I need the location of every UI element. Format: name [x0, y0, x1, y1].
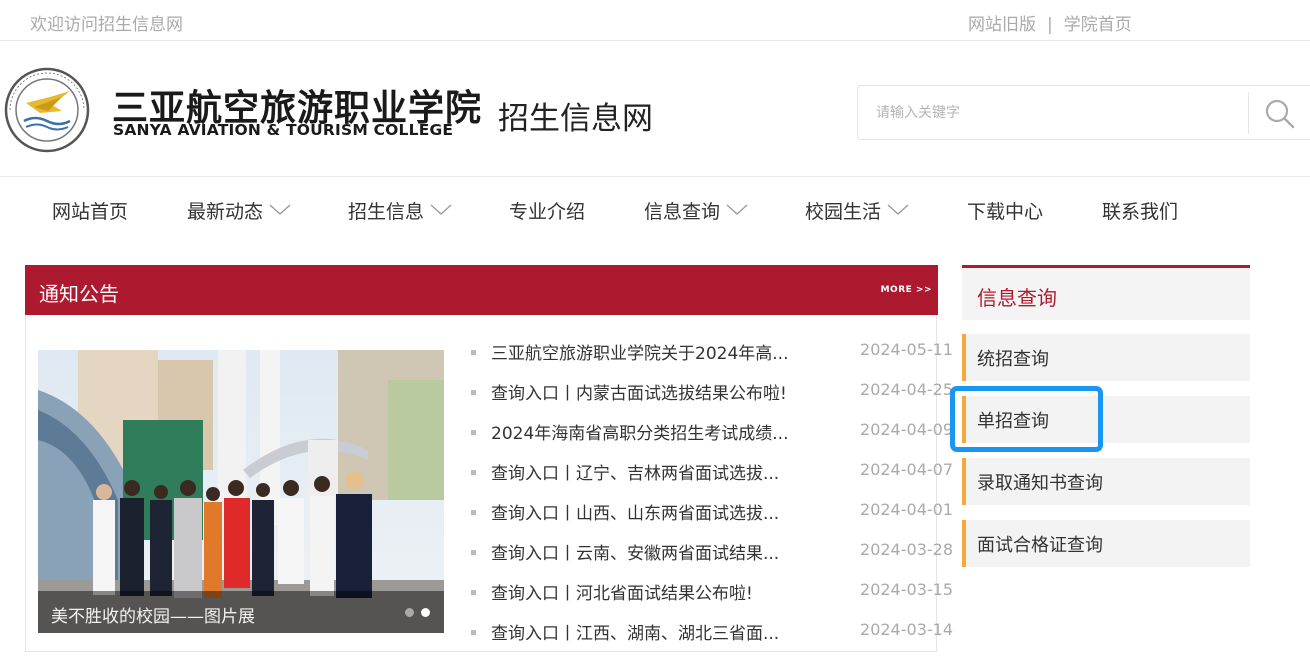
sidebar-item-label: 面试合格证查询 — [977, 535, 1103, 556]
photo-caption: 美不胜收的校园——图片展 — [51, 607, 255, 627]
welcome-text: 欢迎访问招生信息网 — [30, 15, 183, 35]
site-name: 招生信息网 — [498, 101, 653, 137]
list-item[interactable]: 查询入口丨辽宁、吉林两省面试选拔... 2024-04-07 — [471, 457, 953, 497]
list-item[interactable]: 查询入口丨内蒙古面试选拔结果公布啦! 2024-04-25 — [471, 377, 953, 417]
nav-label: 信息查询 — [644, 201, 721, 223]
nav-label: 网站首页 — [52, 201, 129, 223]
main-nav: 网站首页 最新动态 招生信息 专业介绍 信息查询 校园生活 下载中心 联系我们 — [0, 178, 1310, 240]
college-home-link[interactable]: 学院首页 — [1064, 15, 1132, 35]
slide-dot-1[interactable] — [405, 608, 414, 617]
notice-item-date: 2024-04-01 — [860, 500, 953, 519]
nav-label: 校园生活 — [805, 201, 882, 223]
bullet-icon — [471, 510, 476, 515]
search-box — [857, 85, 1310, 140]
notice-item-date: 2024-04-25 — [860, 380, 953, 399]
notice-item-title: 查询入口丨内蒙古面试选拔结果公布啦! — [491, 384, 787, 404]
top-links: 网站旧版 | 学院首页 — [968, 10, 1132, 35]
list-item[interactable]: 查询入口丨河北省面试结果公布啦! 2024-03-15 — [471, 577, 953, 617]
bullet-icon — [471, 590, 476, 595]
nav-label: 专业介绍 — [509, 201, 586, 223]
sidebar-item-interview-cert-query[interactable]: 面试合格证查询 — [962, 520, 1250, 567]
sidebar-item-single-query[interactable]: 单招查询 — [962, 396, 1250, 443]
campus-photo-slideshow[interactable]: 美不胜收的校园——图片展 — [38, 350, 444, 633]
notice-item-date: 2024-03-28 — [860, 540, 953, 559]
nav-item-campus[interactable]: 校园生活 — [805, 197, 909, 224]
site-header: 三亚航空旅游职业学院 SANYA AVIATION & TOURISM COLL… — [0, 41, 1310, 177]
sidebar-item-label: 录取通知书查询 — [977, 473, 1103, 494]
nav-item-downloads[interactable]: 下载中心 — [967, 197, 1043, 224]
bullet-icon — [471, 550, 476, 555]
notice-item-date: 2024-03-15 — [860, 580, 953, 599]
sidebar-item-admission-letter-query[interactable]: 录取通知书查询 — [962, 458, 1250, 505]
nav-item-home[interactable]: 网站首页 — [52, 197, 128, 224]
chevron-down-icon — [726, 204, 748, 215]
notice-header: 通知公告 MORE >> — [25, 265, 938, 315]
search-divider — [1248, 92, 1249, 134]
search-icon[interactable] — [1262, 96, 1298, 132]
notice-item-date: 2024-03-14 — [860, 620, 953, 639]
info-query-sidebar: 信息查询 统招查询 单招查询 录取通知书查询 面试合格证查询 — [962, 265, 1250, 567]
photo-caption-bar: 美不胜收的校园——图片展 — [38, 591, 444, 633]
more-link[interactable]: MORE >> — [881, 285, 932, 295]
nav-item-majors[interactable]: 专业介绍 — [509, 197, 585, 224]
chevron-down-icon — [269, 204, 291, 215]
link-separator: | — [1047, 15, 1053, 35]
notice-item-date: 2024-04-07 — [860, 460, 953, 479]
list-item[interactable]: 查询入口丨山西、山东两省面试选拔... 2024-04-01 — [471, 497, 953, 537]
top-bar: 欢迎访问招生信息网 网站旧版 | 学院首页 — [0, 0, 1310, 41]
sidebar-item-label: 单招查询 — [977, 411, 1049, 432]
notice-title: 通知公告 — [39, 282, 119, 306]
sidebar-title: 信息查询 — [977, 286, 1057, 310]
list-item[interactable]: 三亚航空旅游职业学院关于2024年高... 2024-05-11 — [471, 337, 953, 377]
sidebar-header: 信息查询 — [962, 265, 1250, 320]
bullet-icon — [471, 430, 476, 435]
nav-label: 招生信息 — [348, 201, 425, 223]
sidebar-item-unified-query[interactable]: 统招查询 — [962, 334, 1250, 381]
bullet-icon — [471, 630, 476, 635]
list-item[interactable]: 2024年海南省高职分类招生考试成绩... 2024-04-09 — [471, 417, 953, 457]
college-emblem-icon[interactable] — [4, 67, 90, 153]
chevron-down-icon — [887, 204, 909, 215]
old-site-link[interactable]: 网站旧版 — [968, 15, 1036, 35]
list-item[interactable]: 查询入口丨云南、安徽两省面试结果... 2024-03-28 — [471, 537, 953, 577]
notice-item-title: 查询入口丨山西、山东两省面试选拔... — [491, 504, 780, 524]
search-input[interactable] — [876, 101, 1236, 125]
nav-item-contact[interactable]: 联系我们 — [1102, 197, 1178, 224]
notice-item-date: 2024-05-11 — [860, 340, 953, 359]
slide-dot-2[interactable] — [421, 608, 430, 617]
nav-label: 最新动态 — [187, 201, 264, 223]
sidebar-item-label: 统招查询 — [977, 349, 1049, 370]
notice-item-title: 三亚航空旅游职业学院关于2024年高... — [491, 344, 789, 364]
notice-panel: 通知公告 MORE >> 美不胜收的校园——图片展 三亚航空旅游职业学院关于20… — [25, 265, 953, 652]
nav-item-news[interactable]: 最新动态 — [187, 197, 291, 224]
nav-item-query[interactable]: 信息查询 — [644, 197, 748, 224]
notice-item-title: 2024年海南省高职分类招生考试成绩... — [491, 424, 789, 444]
nav-label: 联系我们 — [1102, 201, 1179, 223]
list-item[interactable]: 查询入口丨江西、湖南、湖北三省面... 2024-03-14 — [471, 617, 953, 657]
notice-list: 三亚航空旅游职业学院关于2024年高... 2024-05-11 查询入口丨内蒙古… — [471, 337, 953, 657]
notice-item-title: 查询入口丨河北省面试结果公布啦! — [491, 584, 753, 604]
bullet-icon — [471, 470, 476, 475]
bullet-icon — [471, 390, 476, 395]
notice-item-title: 查询入口丨辽宁、吉林两省面试选拔... — [491, 464, 780, 484]
notice-item-title: 查询入口丨云南、安徽两省面试结果... — [491, 544, 780, 564]
nav-item-admission[interactable]: 招生信息 — [348, 197, 452, 224]
notice-item-title: 查询入口丨江西、湖南、湖北三省面... — [491, 624, 780, 644]
college-name-en: SANYA AVIATION & TOURISM COLLEGE — [113, 121, 454, 139]
notice-item-date: 2024-04-09 — [860, 420, 953, 439]
bullet-icon — [471, 350, 476, 355]
nav-label: 下载中心 — [967, 201, 1044, 223]
chevron-down-icon — [430, 204, 452, 215]
